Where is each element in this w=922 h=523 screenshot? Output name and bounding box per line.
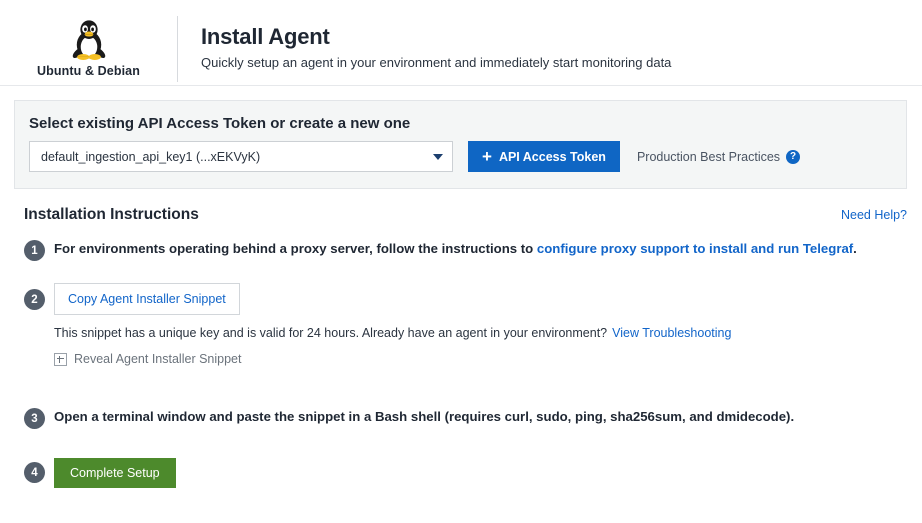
step-badge: 1	[24, 240, 45, 261]
step-body: For environments operating behind a prox…	[54, 239, 884, 258]
snippet-note: This snippet has a unique key and is val…	[54, 326, 907, 340]
api-token-select-value: default_ingestion_api_key1 (...xEKVyK)	[41, 150, 260, 164]
instruction-step-2: 2 Copy Agent Installer Snippet This snip…	[24, 283, 907, 366]
token-panel-heading: Select existing API Access Token or crea…	[29, 115, 906, 132]
complete-setup-button[interactable]: Complete Setup	[54, 458, 176, 488]
configure-proxy-support-link[interactable]: configure proxy support to install and r…	[537, 241, 853, 256]
step-badge: 4	[24, 462, 45, 483]
instruction-step-1: 1 For environments operating behind a pr…	[24, 239, 907, 261]
step-1-text-after: .	[853, 241, 857, 256]
production-best-practices-label: Production Best Practices	[637, 150, 780, 164]
step-3-text: Open a terminal window and paste the sni…	[54, 407, 907, 426]
plus-icon: +	[482, 148, 492, 165]
help-icon[interactable]: ?	[786, 150, 800, 164]
token-row: default_ingestion_api_key1 (...xEKVyK) +…	[29, 141, 906, 172]
instruction-step-4: 4 Complete Setup	[24, 458, 907, 488]
platform-label: Ubuntu & Debian	[37, 64, 140, 78]
instruction-step-3: 3 Open a terminal window and paste the s…	[24, 407, 907, 429]
tux-linux-penguin-icon	[66, 16, 112, 62]
step-body: Copy Agent Installer Snippet This snippe…	[54, 283, 907, 366]
api-token-panel: Select existing API Access Token or crea…	[14, 100, 907, 189]
step-badge: 2	[24, 289, 45, 310]
step-body: Open a terminal window and paste the sni…	[54, 407, 907, 426]
instructions-title: Installation Instructions	[24, 206, 199, 224]
create-api-token-button[interactable]: + API Access Token	[468, 141, 620, 172]
chevron-down-icon	[433, 154, 443, 160]
create-api-token-label: API Access Token	[499, 150, 606, 164]
title-block: Install Agent Quickly setup an agent in …	[178, 12, 671, 70]
step-1-text: For environments operating behind a prox…	[54, 239, 884, 258]
copy-agent-installer-snippet-button[interactable]: Copy Agent Installer Snippet	[54, 283, 240, 315]
platform-block: Ubuntu & Debian	[0, 12, 177, 78]
snippet-note-text: This snippet has a unique key and is val…	[54, 326, 607, 340]
reveal-agent-installer-snippet-toggle[interactable]: Reveal Agent Installer Snippet	[54, 352, 907, 366]
production-best-practices: Production Best Practices ?	[637, 150, 800, 164]
page-header: Ubuntu & Debian Install Agent Quickly se…	[0, 0, 922, 86]
api-token-select[interactable]: default_ingestion_api_key1 (...xEKVyK)	[29, 141, 453, 172]
step-body: Complete Setup	[54, 458, 907, 488]
reveal-label: Reveal Agent Installer Snippet	[74, 352, 241, 366]
instructions-header: Installation Instructions Need Help?	[24, 206, 907, 224]
step-1-text-before: For environments operating behind a prox…	[54, 241, 537, 256]
page-subtitle: Quickly setup an agent in your environme…	[201, 55, 671, 70]
need-help-link[interactable]: Need Help?	[841, 208, 907, 222]
step-badge: 3	[24, 408, 45, 429]
installation-instructions-section: Installation Instructions Need Help? 1 F…	[0, 206, 922, 488]
view-troubleshooting-link[interactable]: View Troubleshooting	[612, 326, 731, 340]
page-title: Install Agent	[201, 24, 671, 50]
plus-square-expand-icon	[54, 353, 67, 366]
